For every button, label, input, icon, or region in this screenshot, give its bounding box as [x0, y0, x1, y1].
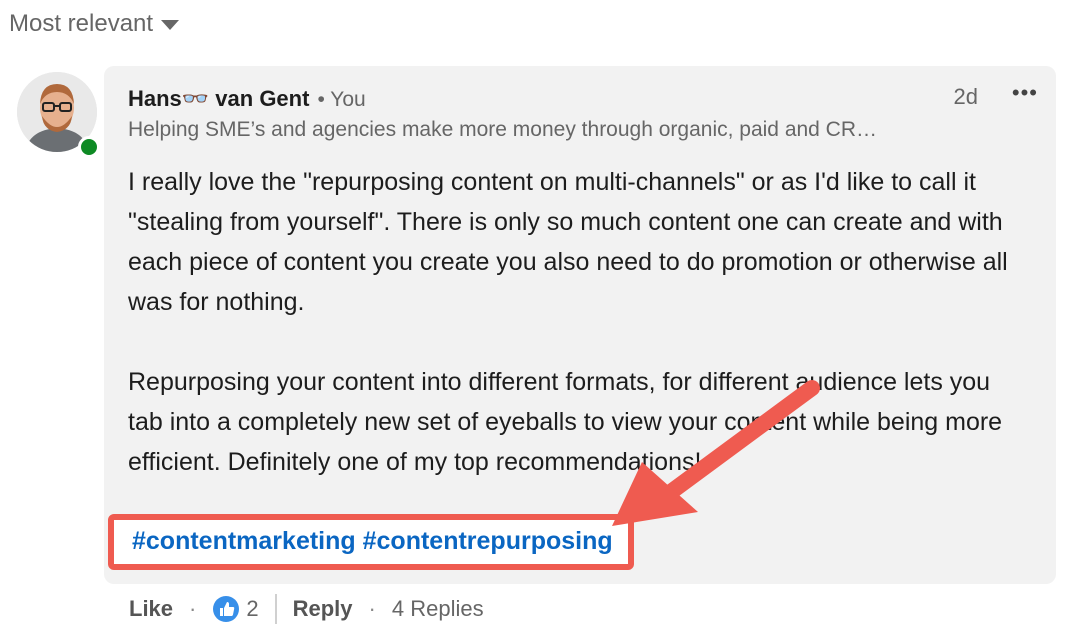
separator-dot: ·: [189, 596, 197, 621]
author-relation: • You: [317, 88, 366, 111]
comment-actions: Like · 2 Reply · 4 Replies: [129, 594, 484, 624]
like-count[interactable]: 2: [212, 595, 259, 623]
comment-paragraph: I really love the "repurposing content o…: [128, 168, 1008, 316]
hashtag-highlight-box: #contentmarketing #contentrepurposing: [108, 514, 634, 570]
author-headline: Helping SME’s and agencies make more mon…: [128, 118, 878, 141]
reply-button[interactable]: Reply: [293, 596, 353, 622]
author-row: Hans👓 van Gent • You: [128, 86, 366, 112]
hashtags: #contentmarketing #contentrepurposing: [132, 527, 613, 556]
author-name[interactable]: Hans👓 van Gent: [128, 86, 309, 112]
online-status-icon: [78, 136, 100, 158]
comment-body: I really love the "repurposing content o…: [128, 162, 1028, 482]
sort-dropdown[interactable]: Most relevant: [9, 10, 180, 38]
more-options-icon[interactable]: •••: [1012, 80, 1038, 106]
like-count-value: 2: [246, 596, 259, 621]
separator-dot: ·: [368, 596, 376, 621]
hashtag-link[interactable]: #contentmarketing: [132, 527, 356, 555]
comment-paragraph: Repurposing your content into different …: [128, 368, 1003, 476]
sort-label: Most relevant: [9, 10, 154, 37]
comment-card: Hans👓 van Gent • You Helping SME’s and a…: [104, 66, 1056, 584]
divider: [274, 594, 277, 624]
caret-down-icon: [161, 20, 180, 30]
thumbs-up-icon: [213, 596, 240, 622]
replies-link[interactable]: 4 Replies: [392, 596, 484, 622]
comment-timestamp: 2d: [953, 84, 978, 109]
like-button[interactable]: Like: [129, 596, 173, 622]
avatar[interactable]: [17, 72, 100, 158]
hashtag-link[interactable]: #contentrepurposing: [363, 527, 613, 555]
